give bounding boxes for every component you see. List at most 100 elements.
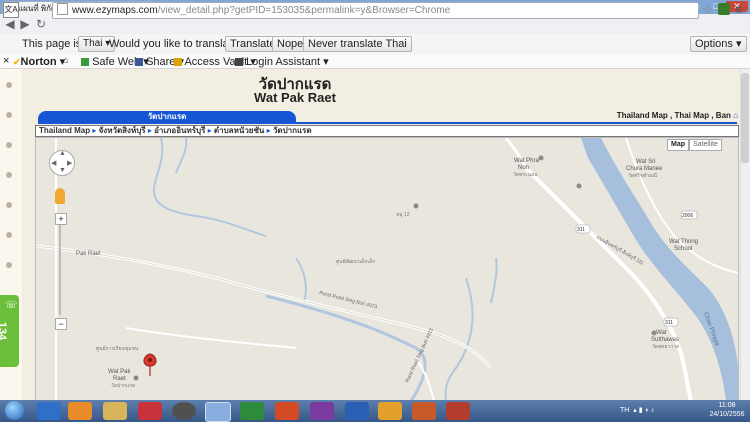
clock-time: 11:08 — [718, 402, 736, 409]
word-icon[interactable] — [345, 402, 369, 420]
never-translate-button[interactable]: Never translate Thai — [303, 36, 412, 52]
pan-up-icon[interactable]: ▲ — [59, 150, 66, 157]
url-path: /view_detail.php?getPID=153035&permalink… — [157, 5, 451, 16]
home-icon[interactable]: ⌂ — [733, 111, 738, 120]
highway-311 — [524, 166, 693, 401]
login-assistant-label: Login Assistant — [246, 56, 321, 68]
map-label: Wat Thong — [669, 239, 698, 245]
back-arrow-icon[interactable]: ◀ — [3, 17, 17, 31]
map-label: ศูนย์พัฒนาเด็กเล็ก — [336, 257, 375, 265]
pan-left-icon[interactable]: ◀ — [51, 159, 56, 167]
pan-down-icon[interactable]: ▼ — [59, 167, 66, 174]
route-number: 2006 — [682, 213, 693, 219]
map-view[interactable]: Wat Phra Non วัดพระนอน Wat Sri Chura Man… — [35, 137, 739, 402]
system-clock[interactable]: 11:08 24/10/2556 — [705, 401, 749, 419]
breadcrumb-separator-icon: ▸ — [207, 126, 212, 135]
home-icon[interactable]: ⌂ — [63, 55, 68, 68]
location-pin-icon[interactable] — [143, 353, 157, 376]
map-label: Sutthawas — [651, 337, 679, 343]
options-label: Options — [695, 38, 733, 50]
forward-arrow-icon[interactable]: ▶ — [18, 17, 32, 31]
poi-marker[interactable] — [133, 375, 139, 381]
bookmark-star-icon[interactable]: ☆ — [702, 2, 714, 18]
poi-marker[interactable] — [538, 155, 544, 161]
header-links[interactable]: Thailand Map , Thai Map , Ban ⌂ — [570, 111, 738, 120]
input-language[interactable]: TH — [620, 407, 629, 414]
norton-label: Norton — [20, 56, 57, 68]
share-label: Share — [146, 56, 176, 68]
file-explorer-icon[interactable] — [103, 402, 127, 420]
zoom-slider-track[interactable] — [59, 225, 61, 315]
badge-number: 134 — [0, 321, 9, 341]
map-label: Chura Manee — [626, 166, 663, 172]
zoom-in-button[interactable]: + — [55, 213, 67, 225]
options-button[interactable]: Options ▾ — [690, 36, 747, 52]
stream — [295, 257, 307, 304]
breadcrumb-item[interactable]: ตำบลหนัวยชัน — [214, 126, 265, 135]
tab-underline — [38, 122, 737, 124]
onenote-icon[interactable] — [310, 402, 334, 420]
paint-icon[interactable] — [412, 402, 436, 420]
internet-explorer-icon[interactable] — [37, 402, 61, 420]
breadcrumb-item[interactable]: Thailand Map — [39, 126, 90, 135]
media-player-icon[interactable] — [68, 402, 92, 420]
pin-center — [148, 358, 152, 362]
map-type-satellite-button[interactable]: Satellite — [689, 139, 722, 151]
header-links-text: Thailand Map , Thai Map , Ban — [616, 111, 731, 120]
norton-close-icon[interactable]: × — [3, 55, 9, 68]
pin-app-icon[interactable] — [138, 402, 162, 420]
pan-control[interactable]: ▲ ▼ ◀ ▶ — [49, 150, 75, 176]
poi-marker[interactable] — [413, 203, 419, 209]
chao-phraya-river — [581, 138, 738, 401]
stream — [490, 257, 498, 304]
map-label: วัดปากแรด — [111, 383, 135, 389]
norton-button[interactable]: ✔Norton ▾ — [13, 55, 65, 68]
vault-icon — [174, 58, 182, 66]
safe-web-icon — [81, 58, 89, 66]
windows-logo-icon — [5, 401, 24, 420]
facebook-icon — [135, 58, 143, 66]
login-assistant-button[interactable]: Login Assistant ▾ — [235, 55, 329, 68]
binder-hole — [6, 202, 12, 208]
map-type-control: Map Satellite — [667, 139, 722, 151]
excel-icon[interactable] — [240, 402, 264, 420]
map-type-map-button[interactable]: Map — [667, 139, 689, 151]
breadcrumb-item[interactable]: วัดปากแรด — [273, 126, 312, 135]
route-number: 311 — [665, 320, 673, 326]
breadcrumb-separator-icon: ▸ — [92, 126, 97, 135]
breadcrumb-separator-icon: ▸ — [266, 126, 271, 135]
map-label: Pak Raet — [76, 251, 101, 257]
start-button[interactable] — [3, 400, 27, 422]
safe-web-label: Safe Web — [92, 56, 141, 68]
map-label: วัดพระนอน — [513, 172, 538, 178]
side-badge[interactable]: ☏ 134 — [0, 295, 19, 367]
powerpoint-icon[interactable] — [275, 402, 299, 420]
breadcrumb-separator-icon: ▸ — [147, 126, 152, 135]
breadcrumb-item[interactable]: จังหวัดสิงห์บุรี — [99, 126, 146, 135]
breadcrumb-item[interactable]: อำเภออินทร์บุรี — [154, 126, 205, 135]
page-title-english: Wat Pak Raet — [254, 90, 336, 105]
login-assistant-icon — [235, 58, 243, 66]
breadcrumb: Thailand Map ▸ จังหวัดสิงห์บุรี ▸ อำเภออ… — [35, 125, 739, 137]
binder-hole — [6, 112, 12, 118]
clock-app-icon[interactable] — [172, 402, 196, 420]
pan-right-icon[interactable]: ▶ — [67, 159, 72, 167]
poi-marker[interactable] — [576, 183, 582, 189]
extension-icon[interactable] — [718, 3, 730, 15]
map-label: Wat Pak — [108, 369, 131, 375]
scrollbar-thumb[interactable] — [741, 73, 749, 163]
map-label: Wat Sri — [636, 159, 655, 165]
zoom-out-button[interactable]: − — [55, 318, 67, 330]
map-label: Wat Phra — [514, 158, 539, 164]
app-icon[interactable] — [446, 402, 470, 420]
map-canvas[interactable]: Wat Phra Non วัดพระนอน Wat Sri Chura Man… — [36, 138, 738, 401]
reload-icon[interactable]: ↻ — [34, 17, 48, 31]
outlook-icon[interactable] — [378, 402, 402, 420]
address-bar[interactable]: www.ezymaps.com/view_detail.php?getPID=1… — [52, 2, 699, 19]
map-label: Wat — [656, 330, 667, 336]
chrome-taskbar-icon[interactable] — [205, 402, 231, 422]
translate-close-icon[interactable]: × — [735, 3, 741, 15]
map-label: ศูนย์การเรียนชุมชน — [96, 345, 139, 352]
street-view-pegman-icon[interactable] — [55, 188, 65, 204]
map-label: วัดศรีจุฬามณี — [628, 172, 657, 179]
